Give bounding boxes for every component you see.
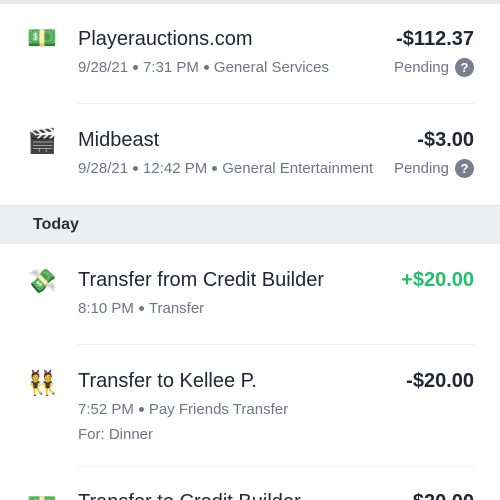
question-icon[interactable]: ? (455, 58, 474, 77)
separator-dot (138, 406, 144, 412)
pending-status: Pending ? (394, 159, 474, 178)
transaction-title: Playerauctions.com (78, 28, 253, 50)
transaction-meta: 8:10 PM Transfer (78, 300, 204, 317)
transaction-row[interactable]: 🎬 Midbeast -$3.00 9/28/21 12:42 PM General… (0, 104, 500, 205)
pending-status: Pending ? (394, 58, 474, 77)
separator-dot (212, 165, 218, 171)
money-icon: 💵 (27, 24, 57, 52)
section-header-today: Today (0, 205, 500, 244)
transaction-title: Transfer to Kellee P. (78, 370, 257, 392)
transaction-amount: +$20.00 (401, 269, 474, 291)
transaction-title: Transfer to Credit Builder (78, 491, 301, 500)
transaction-row[interactable]: 💵 Playerauctions.com -$112.37 9/28/21 7:3… (0, 0, 500, 104)
clapper-board-icon: 🎬 (27, 127, 57, 155)
status-label: Pending (393, 59, 449, 76)
transaction-amount: -$20.00 (406, 370, 474, 392)
transaction-memo: For: Dinner (78, 426, 154, 443)
transaction-category: Transfer (148, 300, 205, 317)
question-icon[interactable]: ? (455, 159, 474, 178)
dancers-icon: 👯 (27, 369, 57, 397)
separator-dot (133, 64, 139, 70)
transaction-row[interactable]: 💵 Transfer to Credit Builder -$20.00 (0, 467, 500, 500)
transaction-time: 8:10 PM (78, 300, 134, 317)
transaction-category: General Services (213, 59, 329, 76)
money-with-wings-icon: 💸 (27, 267, 57, 295)
transaction-meta: 9/28/21 7:31 PM General Services (78, 59, 329, 76)
transaction-time: 12:42 PM (143, 160, 208, 177)
transaction-amount: -$3.00 (417, 129, 474, 151)
transaction-category: Pay Friends Transfer (148, 401, 289, 418)
transaction-date: 9/28/21 (78, 160, 129, 177)
transaction-date: 9/28/21 (78, 59, 129, 76)
transaction-amount: -$20.00 (406, 491, 474, 500)
transaction-meta: 7:52 PM Pay Friends Transfer (78, 401, 288, 418)
status-label: Pending (393, 160, 449, 177)
transaction-row[interactable]: 💸 Transfer from Credit Builder +$20.00 8… (0, 243, 500, 345)
transaction-time: 7:31 PM (143, 59, 199, 76)
separator-dot (138, 305, 144, 311)
section-title: Today (33, 216, 79, 233)
transaction-row[interactable]: 👯 Transfer to Kellee P. -$20.00 7:52 PM P… (0, 345, 500, 467)
transaction-meta: 9/28/21 12:42 PM General Entertainment (78, 160, 373, 177)
transaction-time: 7:52 PM (78, 401, 134, 418)
transaction-category: General Entertainment (222, 160, 374, 177)
transaction-amount: -$112.37 (396, 28, 474, 50)
transaction-title: Midbeast (78, 129, 160, 151)
dollar-bill-icon: 💵 (26, 489, 58, 500)
transaction-title: Transfer from Credit Builder (78, 269, 324, 291)
separator-dot (133, 165, 139, 171)
separator-dot (203, 64, 209, 70)
